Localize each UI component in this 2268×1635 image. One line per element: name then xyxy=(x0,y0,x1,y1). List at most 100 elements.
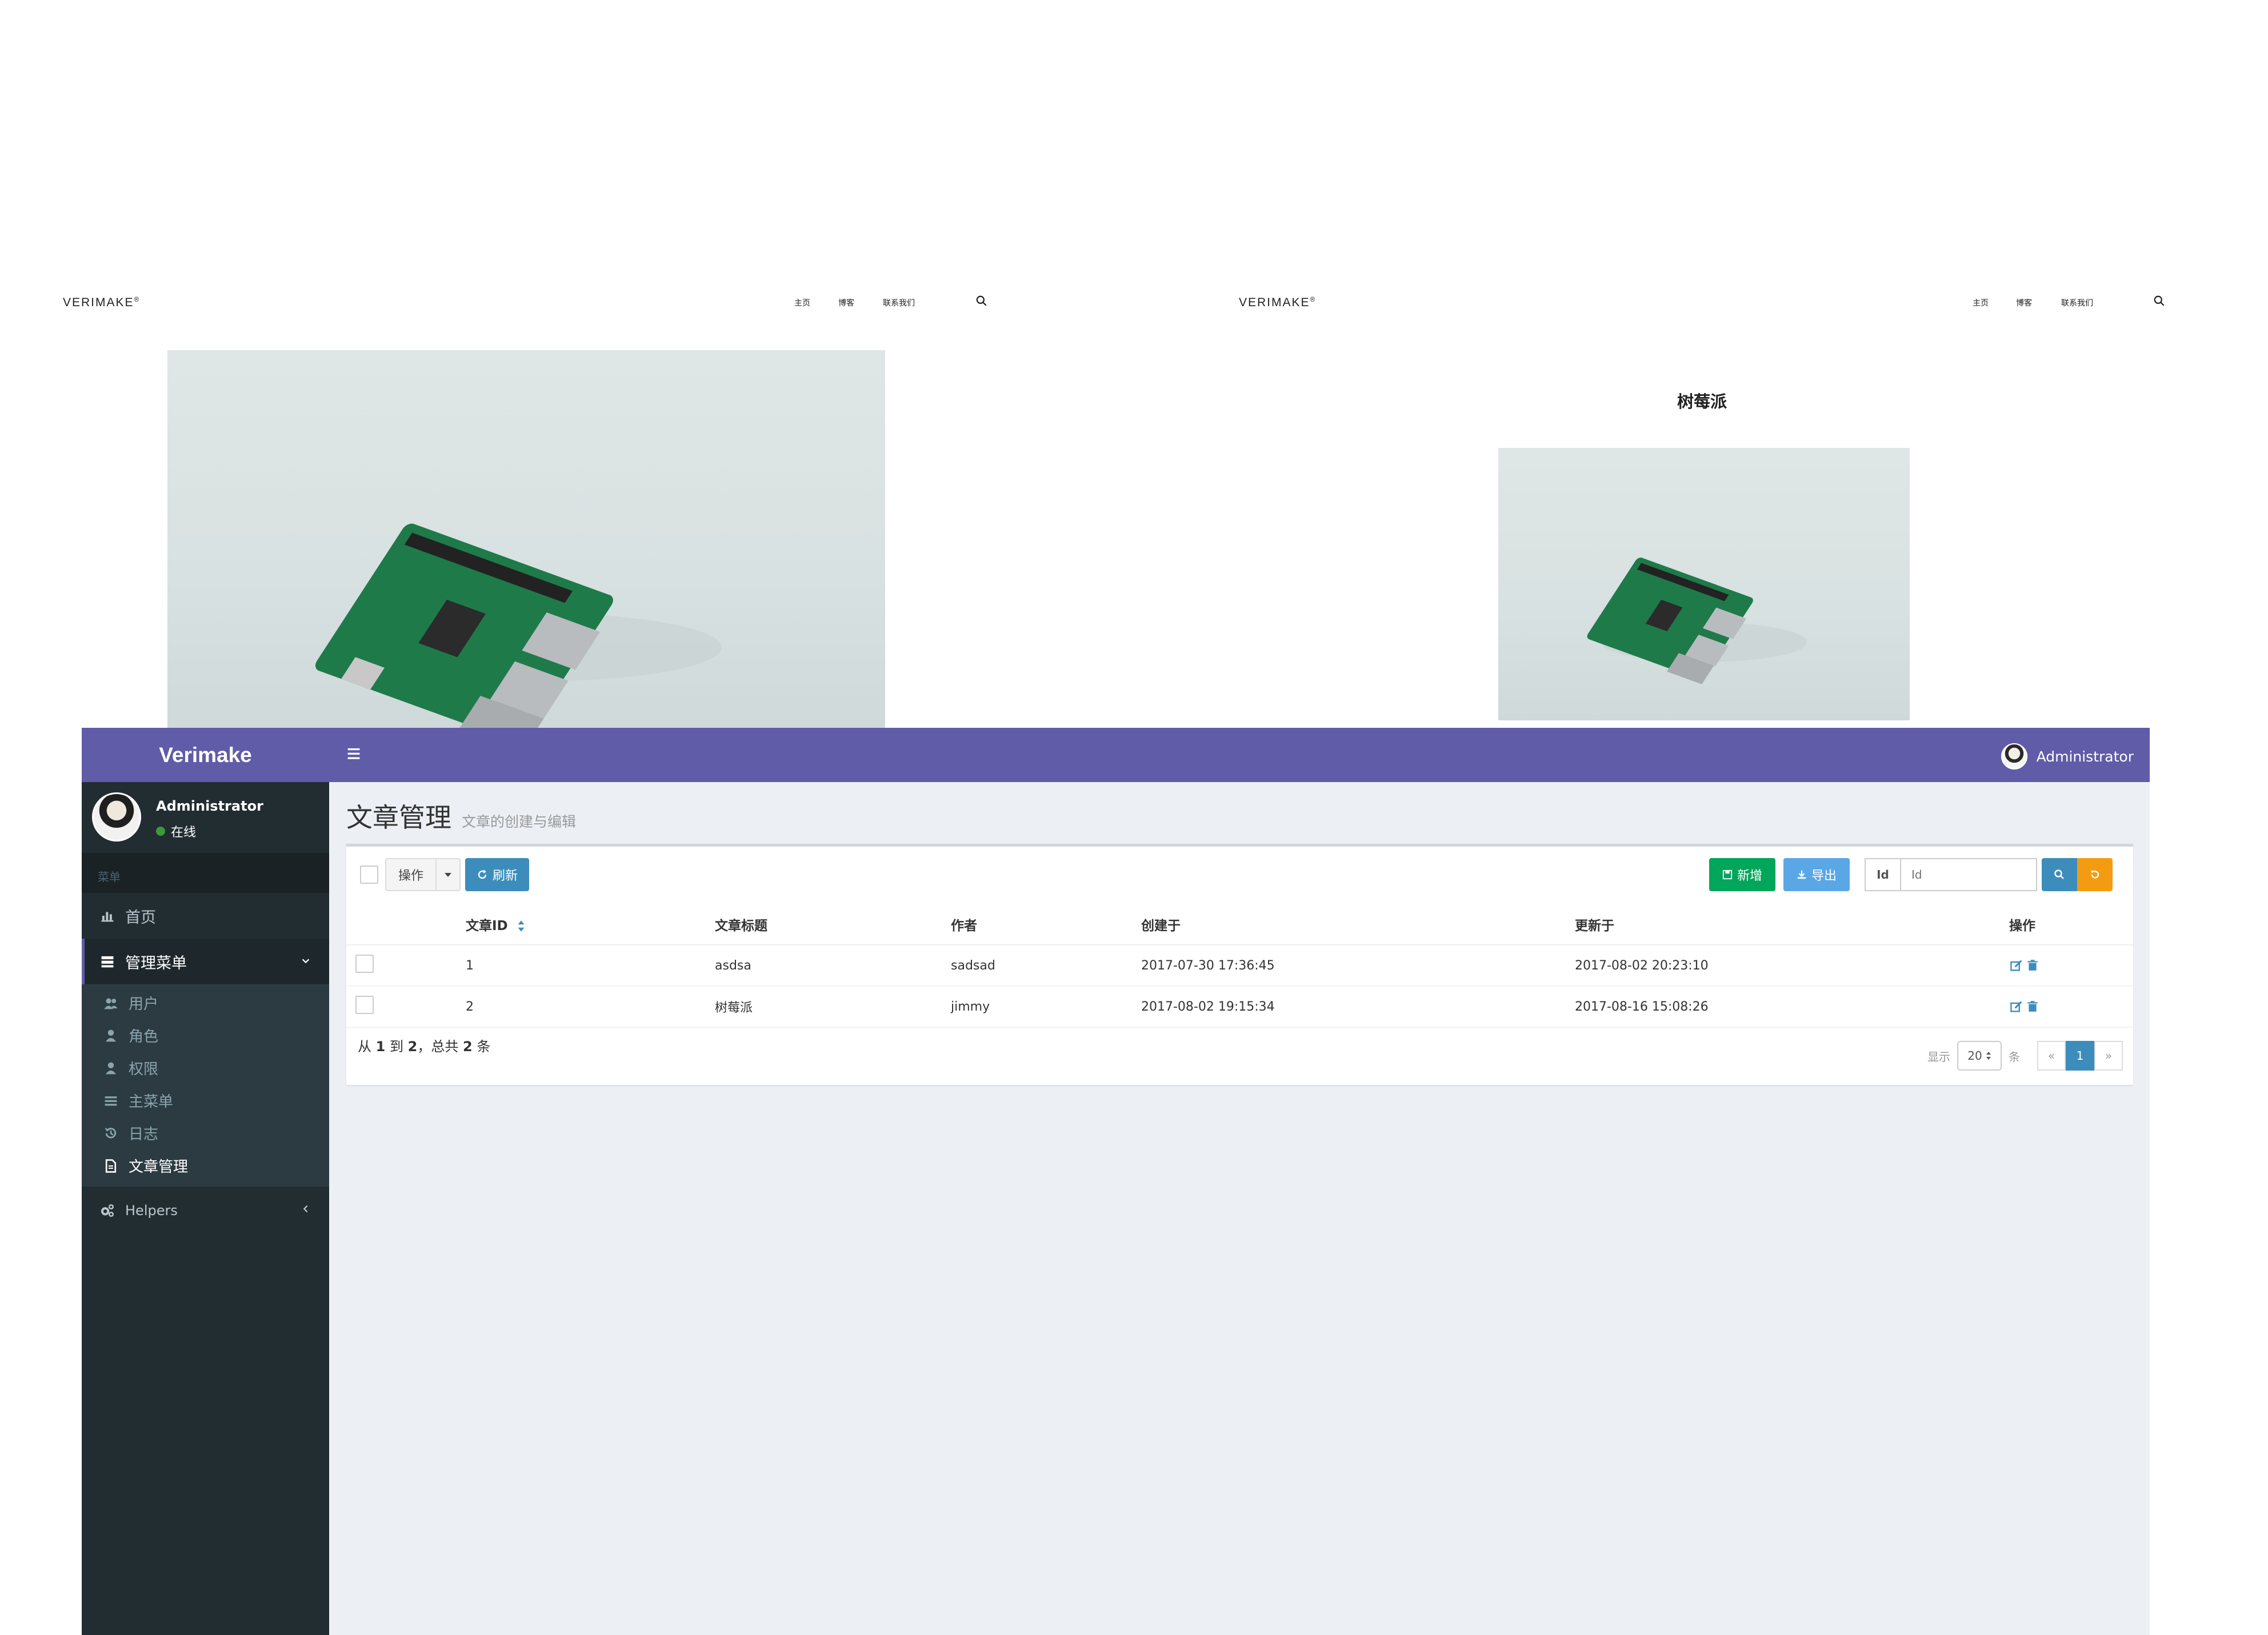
new-button[interactable]: 新增 xyxy=(1709,858,1775,891)
cell-author: sadsad xyxy=(950,945,1141,987)
left-brand-mark: ® xyxy=(134,295,141,303)
sidebar-item-helpers[interactable]: Helpers xyxy=(82,1187,329,1235)
cell-author: jimmy xyxy=(950,986,1141,1028)
sidebar-item-roles-label: 角色 xyxy=(129,1028,159,1045)
history-icon xyxy=(105,1127,117,1139)
sidebar-user-status: 在线 xyxy=(156,822,196,840)
sidebar-item-manage-menu-label: 管理菜单 xyxy=(125,954,187,972)
admin-logo[interactable]: Verimake xyxy=(82,728,329,782)
edit-icon[interactable] xyxy=(2009,1000,2024,1013)
cell-actions xyxy=(2009,986,2133,1028)
table-header-actions: 操作 xyxy=(2009,904,2133,945)
right-nav-contact[interactable]: 联系我们 xyxy=(2061,297,2093,308)
batch-actions-dropdown[interactable] xyxy=(435,858,461,891)
table-header-author: 作者 xyxy=(950,904,1141,945)
summary-total-suffix: 条 xyxy=(477,1039,491,1055)
sidebar-item-articles[interactable]: 文章管理 xyxy=(82,1149,329,1182)
admin-panel: Verimake Administrator Administrator 在线 … xyxy=(82,728,2150,1635)
search-button[interactable] xyxy=(2042,858,2077,891)
refresh-button[interactable]: 刷新 xyxy=(465,858,529,891)
refresh-icon xyxy=(478,869,487,879)
sidebar-item-users-label: 用户 xyxy=(129,996,159,1013)
sidebar-item-home-label: 首页 xyxy=(125,908,156,927)
right-brand-logo[interactable]: VERIMAKE® xyxy=(1239,295,1316,310)
batch-actions-button[interactable]: 操作 xyxy=(385,858,437,891)
trash-icon[interactable] xyxy=(2026,959,2039,972)
sidebar-user-panel: Administrator 在线 xyxy=(82,782,329,853)
bar-chart-icon xyxy=(101,912,114,922)
top-user-name: Administrator xyxy=(2036,748,2134,765)
edit-icon[interactable] xyxy=(2009,959,2024,972)
left-nav-blog[interactable]: 博客 xyxy=(838,297,854,308)
articles-table: 文章ID 文章标题 作者 创建于 更新于 操作 1 asdsa sadsad 2… xyxy=(346,904,2133,1028)
gears-icon xyxy=(101,1204,114,1217)
page-button-current[interactable]: 1 xyxy=(2066,1041,2094,1071)
right-brand-mark: ® xyxy=(1310,295,1317,303)
table-row: 2 树莓派 jimmy 2017-08-02 19:15:34 2017-08-… xyxy=(346,986,2133,1028)
sidebar-user-avatar xyxy=(92,792,141,841)
list-icon xyxy=(105,1096,117,1105)
sort-icon[interactable] xyxy=(517,920,525,932)
top-user-menu[interactable]: Administrator xyxy=(2001,743,2134,770)
row-checkbox[interactable] xyxy=(355,996,374,1014)
cell-created: 2017-08-02 19:15:34 xyxy=(1141,986,1574,1028)
sidebar-item-home[interactable]: 首页 xyxy=(82,893,329,939)
sidebar-header: 菜单 xyxy=(82,853,329,893)
sidebar-item-logs-label: 日志 xyxy=(129,1126,159,1143)
summary-from-prefix: 从 xyxy=(358,1039,371,1055)
users-icon xyxy=(104,998,118,1009)
right-nav-home[interactable]: 主页 xyxy=(1973,297,1989,308)
right-search-icon[interactable] xyxy=(2153,295,2166,307)
sidebar-toggle-icon[interactable] xyxy=(346,746,361,761)
left-nav-home[interactable]: 主页 xyxy=(794,297,810,308)
sidebar-item-roles[interactable]: 角色 xyxy=(82,1019,329,1052)
page-header: 文章管理 文章的创建与编辑 xyxy=(346,797,576,835)
raspberry-pi-photo-small xyxy=(1498,448,1910,720)
row-checkbox[interactable] xyxy=(355,955,374,973)
left-nav-contact[interactable]: 联系我们 xyxy=(883,297,915,308)
manage-submenu: 用户 角色 权限 主菜单 日志 文章管理 xyxy=(82,984,329,1187)
prev-page-button[interactable]: « xyxy=(2037,1041,2066,1071)
next-page-button[interactable]: » xyxy=(2094,1041,2123,1071)
sidebar-item-main-menu[interactable]: 主菜单 xyxy=(82,1084,329,1117)
cell-created: 2017-07-30 17:36:45 xyxy=(1141,945,1574,987)
select-all-checkbox[interactable] xyxy=(360,865,378,884)
id-search-input[interactable] xyxy=(1900,858,2037,891)
reset-button[interactable] xyxy=(2077,858,2113,891)
sidebar-item-users[interactable]: 用户 xyxy=(82,987,329,1019)
per-page-select[interactable]: 20 xyxy=(1957,1041,2002,1071)
right-nav-blog[interactable]: 博客 xyxy=(2016,297,2032,308)
chevron-left-icon xyxy=(303,1205,308,1213)
cell-id: 1 xyxy=(465,945,714,987)
per-page-label: 显示 xyxy=(1927,1049,1950,1064)
left-brand-text: VERIMAKE xyxy=(63,296,134,309)
cell-updated: 2017-08-02 20:23:10 xyxy=(1574,945,2009,987)
sidebar-item-main-menu-label: 主菜单 xyxy=(129,1093,174,1111)
summary-to: 2 xyxy=(407,1039,418,1055)
post-title: 树莓派 xyxy=(1677,392,1727,411)
sidebar-item-logs[interactable]: 日志 xyxy=(82,1117,329,1149)
articles-box: 操作 刷新 新增 导出 Id Id 文章ID 文章标题 作者 创建于 更新于 操… xyxy=(346,844,2133,1085)
main-content: 文章管理 文章的创建与编辑 操作 刷新 新增 导出 Id Id 文章ID 文章标… xyxy=(329,782,2150,1635)
sidebar-item-manage-menu[interactable]: 管理菜单 xyxy=(82,939,329,984)
export-button[interactable]: 导出 xyxy=(1783,858,1850,891)
left-brand-logo[interactable]: VERIMAKE® xyxy=(63,295,140,310)
refresh-label: 刷新 xyxy=(492,869,518,883)
table-header-title: 文章标题 xyxy=(714,904,950,945)
id-search-group: Id xyxy=(1865,858,2037,891)
left-search-icon[interactable] xyxy=(975,295,988,307)
summary-from: 1 xyxy=(375,1039,386,1055)
cell-title: 树莓派 xyxy=(714,986,950,1028)
trash-icon[interactable] xyxy=(2026,1000,2039,1013)
cell-title: asdsa xyxy=(714,945,950,987)
sidebar-item-permissions[interactable]: 权限 xyxy=(82,1052,329,1084)
save-icon xyxy=(1722,869,1733,880)
user-icon xyxy=(105,1062,117,1074)
table-row: 1 asdsa sadsad 2017-07-30 17:36:45 2017-… xyxy=(346,945,2133,987)
table-header-id[interactable]: 文章ID xyxy=(465,904,714,945)
per-page-value: 20 xyxy=(1967,1049,1982,1063)
raspberry-pi-photo-large xyxy=(167,350,885,728)
select-arrows-icon xyxy=(1986,1052,1991,1060)
chevron-down-icon xyxy=(302,959,310,964)
pagination-controls: 显示 20 条 « 1 » xyxy=(1927,1041,2123,1071)
